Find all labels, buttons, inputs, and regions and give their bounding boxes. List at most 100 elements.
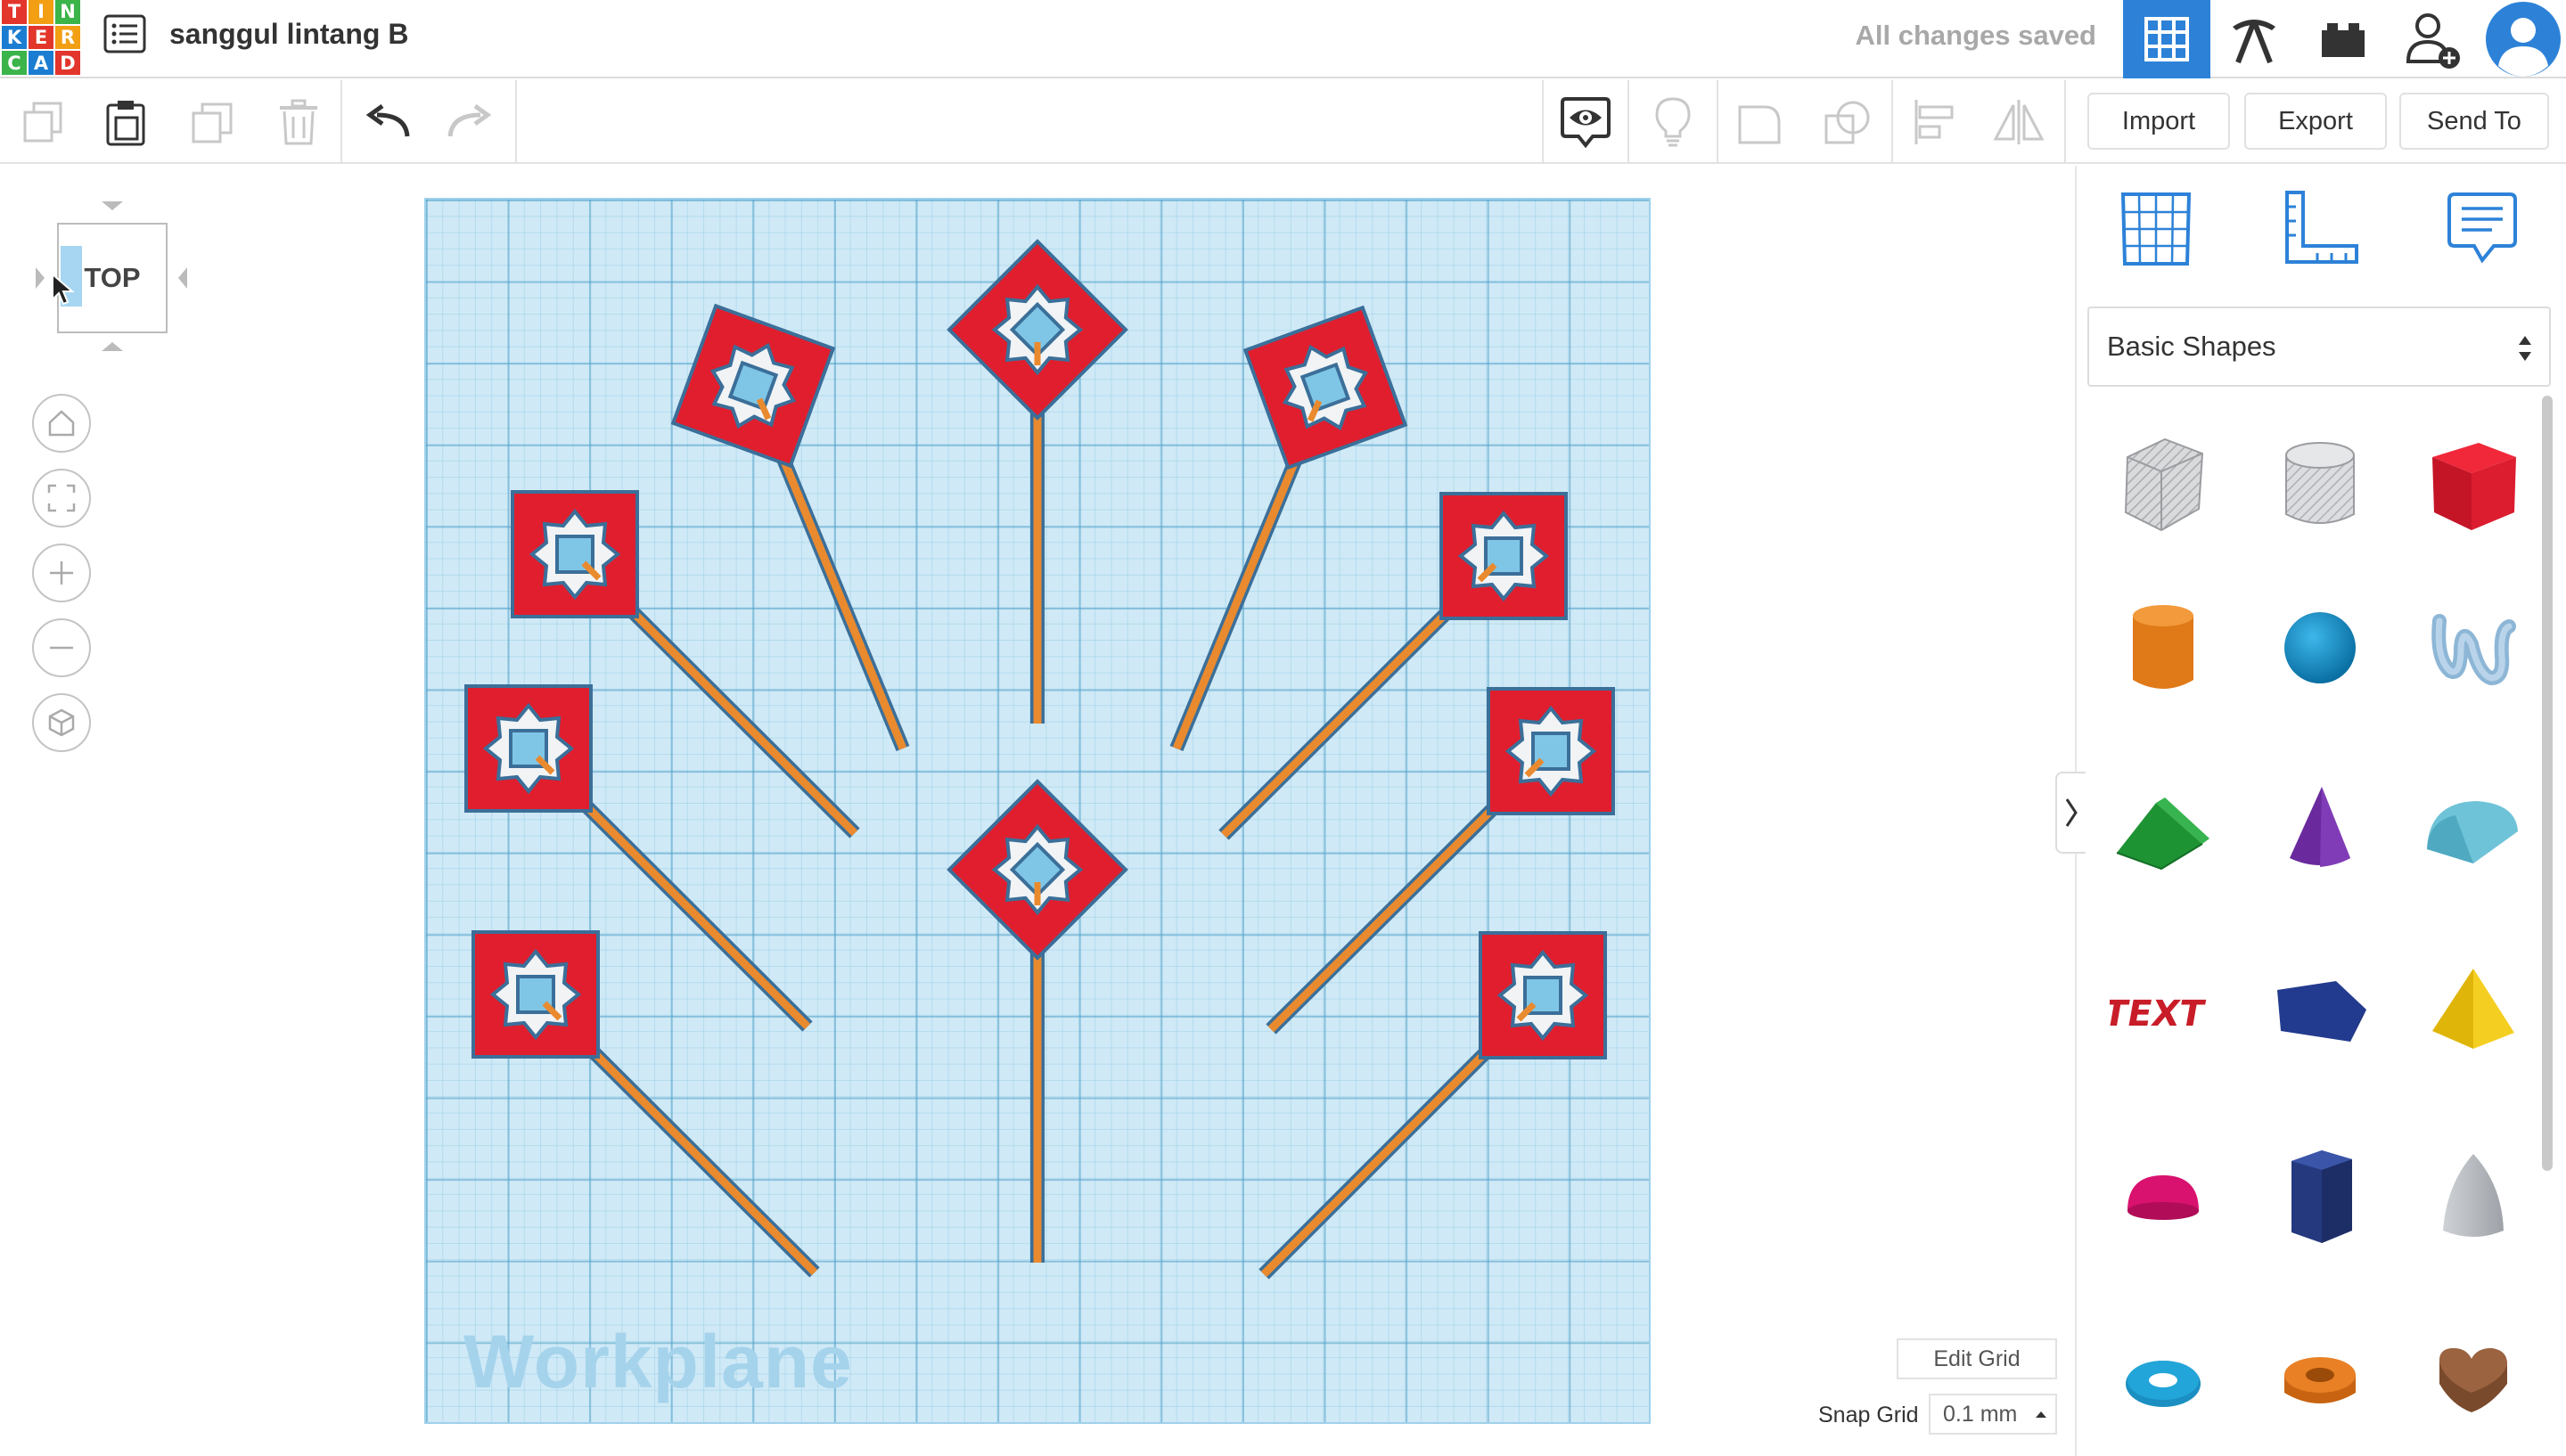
tube-shape[interactable] (2262, 1321, 2378, 1436)
zoom-in-button[interactable] (32, 544, 91, 602)
flag-shape[interactable] (1243, 306, 1407, 470)
mirror-button[interactable] (1989, 93, 2048, 151)
pyramid-shape[interactable] (2415, 955, 2531, 1071)
paraboloid-shape[interactable] (2415, 1141, 2531, 1256)
perspective-button[interactable] (32, 693, 91, 752)
shape-category-select[interactable]: Basic Shapes (2087, 307, 2551, 387)
tinkercad-logo[interactable]: T I N K E R C A D (2, 0, 80, 75)
3d-design-grid-button[interactable] (2123, 0, 2210, 78)
duplicate-button[interactable] (184, 93, 242, 151)
ungroup-button[interactable] (1818, 93, 1877, 151)
align-button[interactable] (1906, 93, 1964, 151)
sphere-icon (2284, 612, 2356, 683)
flag-shape[interactable] (511, 490, 639, 618)
viewcube-arrow-left-icon[interactable] (34, 266, 46, 290)
polygon-shape[interactable] (2262, 955, 2378, 1071)
shape-category-value: Basic Shapes (2107, 331, 2276, 362)
flag-shape[interactable] (949, 781, 1126, 958)
cone-icon (2290, 787, 2350, 867)
avatar[interactable] (2480, 0, 2566, 78)
note-speech-icon (2447, 192, 2517, 264)
zoom-out-button[interactable] (32, 618, 91, 677)
cylinder-shape[interactable] (2105, 590, 2221, 706)
workplane-tool-button[interactable] (2116, 189, 2196, 269)
codeblocks-button[interactable] (2210, 0, 2298, 78)
logo-letter: E (29, 25, 53, 50)
notes-toggle-button[interactable] (1556, 93, 1615, 151)
round-roof-icon (2427, 801, 2518, 863)
chevron-right-icon (2065, 798, 2078, 827)
undo-icon (365, 104, 410, 137)
trash-icon (280, 99, 317, 145)
flag-shape[interactable] (1479, 931, 1607, 1059)
box-hole-icon (2124, 438, 2204, 532)
cube-icon (48, 708, 75, 737)
export-button[interactable]: Export (2244, 93, 2387, 150)
notes-tool-button[interactable] (2442, 189, 2522, 269)
cylinder-icon (2133, 605, 2193, 689)
text-shape[interactable]: TEXT (2105, 955, 2221, 1071)
home-view-button[interactable] (32, 394, 91, 453)
tube-icon (2284, 1357, 2356, 1403)
group-button[interactable] (1731, 93, 1790, 151)
edit-grid-button[interactable]: Edit Grid (1897, 1338, 2057, 1379)
box-hole-shape[interactable] (2105, 426, 2221, 542)
select-arrows-icon (2519, 336, 2531, 361)
home-icon (48, 410, 75, 437)
flag-shape[interactable] (949, 241, 1126, 418)
collapse-panel-button[interactable] (2055, 772, 2086, 854)
cylinder-hole-shape[interactable] (2262, 426, 2378, 542)
save-status: All changes saved (1855, 20, 2096, 51)
copy-button[interactable] (14, 93, 73, 151)
torus-shape[interactable] (2105, 1321, 2221, 1436)
logo-letter: R (55, 25, 80, 50)
half-sphere-shape[interactable] (2105, 1141, 2221, 1256)
shapes-scrollbar[interactable] (2542, 396, 2553, 1171)
box-shape[interactable] (2415, 426, 2531, 542)
round-roof-shape[interactable] (2415, 772, 2531, 888)
ruler-icon (2285, 191, 2358, 264)
flag-shape[interactable] (1439, 492, 1568, 620)
pickaxe-icon (2233, 20, 2275, 64)
fit-view-button[interactable] (32, 469, 91, 528)
scribble-shape[interactable] (2415, 590, 2531, 706)
ruler-tool-button[interactable] (2280, 189, 2360, 269)
flag-shape[interactable] (464, 684, 593, 813)
roof-shape[interactable] (2105, 772, 2221, 888)
design-scene[interactable] (424, 198, 1651, 1424)
viewcube-arrow-up-icon[interactable] (100, 200, 125, 212)
heart-shape[interactable] (2415, 1321, 2531, 1436)
delete-button[interactable] (269, 93, 328, 151)
flag-shape[interactable] (1487, 687, 1615, 815)
flag-shape[interactable] (671, 304, 835, 468)
cone-shape[interactable] (2262, 772, 2378, 888)
group-icon (1738, 105, 1781, 144)
hexagonal-prism-shape[interactable] (2262, 1141, 2378, 1256)
user-avatar-icon (2485, 2, 2561, 77)
add-user-icon (2406, 13, 2460, 69)
send-to-button[interactable]: Send To (2399, 93, 2549, 150)
snap-grid-select[interactable]: 0.1 mm (1929, 1394, 2057, 1435)
torus-icon (2126, 1361, 2201, 1407)
import-button[interactable]: Import (2087, 93, 2230, 150)
pyramid-icon (2432, 969, 2514, 1049)
project-title[interactable]: sanggul lintang B (169, 18, 408, 51)
logo-letter: I (29, 0, 53, 24)
undo-button[interactable] (358, 93, 417, 151)
sphere-shape[interactable] (2262, 590, 2378, 706)
mouse-cursor-icon (52, 273, 75, 306)
toolbar-divider (1627, 80, 1629, 164)
ungroup-icon (1824, 101, 1870, 144)
design-list-icon[interactable] (103, 14, 146, 53)
viewcube-arrow-right-icon[interactable] (176, 266, 189, 290)
redo-button[interactable] (440, 93, 499, 151)
paste-button[interactable] (96, 93, 155, 151)
scribble-icon (2431, 614, 2516, 686)
hexagonal-prism-icon (2291, 1150, 2352, 1243)
bricks-button[interactable] (2300, 0, 2387, 78)
light-button[interactable] (1644, 93, 1702, 151)
invite-user-button[interactable] (2389, 0, 2476, 78)
cylinder-hole-icon (2285, 442, 2355, 524)
flag-shape[interactable] (471, 930, 600, 1059)
viewcube-arrow-down-icon[interactable] (100, 340, 125, 353)
